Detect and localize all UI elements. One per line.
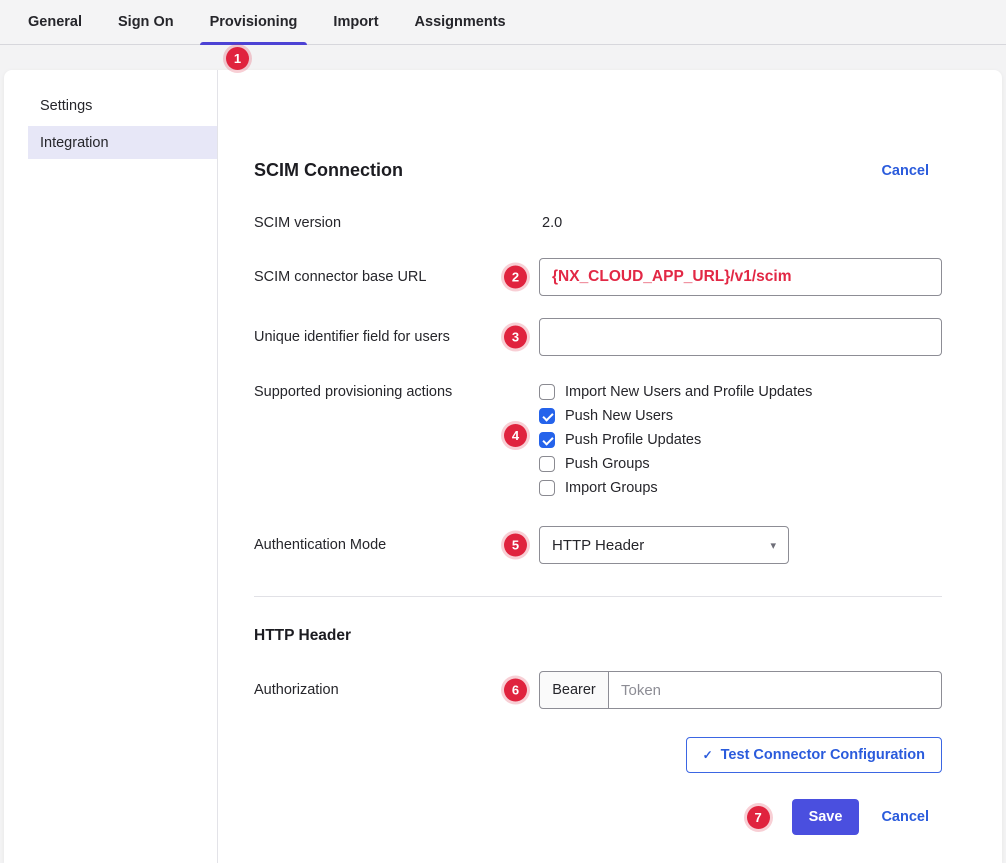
bearer-prefix: Bearer — [539, 671, 609, 709]
authorization-label: Authorization — [254, 682, 539, 698]
annotation-badge-7: 7 — [747, 806, 770, 829]
annotation-badge-1: 1 — [226, 47, 249, 70]
page-title: SCIM Connection — [254, 160, 403, 181]
checkbox-label: Import New Users and Profile Updates — [565, 384, 812, 400]
auth-mode-label: Authentication Mode — [254, 537, 539, 553]
sidebar-item-integration[interactable]: Integration — [28, 126, 217, 159]
tab-import[interactable]: Import — [315, 0, 396, 44]
annotation-badge-4: 4 — [504, 424, 527, 447]
http-header-section-title: HTTP Header — [254, 627, 942, 645]
check-icon: ✓ — [703, 748, 713, 762]
unique-id-input[interactable] — [539, 318, 942, 356]
annotation-badge-6: 6 — [504, 679, 527, 702]
base-url-row: SCIM connector base URL 2 — [254, 258, 942, 296]
sidebar-item-label: Integration — [40, 135, 109, 151]
checkbox-row-push-groups[interactable]: Push Groups — [539, 456, 942, 472]
settings-sidebar: Settings Integration — [4, 70, 218, 863]
base-url-label: SCIM connector base URL — [254, 269, 539, 285]
base-url-input[interactable] — [539, 258, 942, 296]
checkbox-icon[interactable] — [539, 480, 555, 496]
scim-version-value: 2.0 — [539, 215, 562, 231]
tab-sign-on[interactable]: Sign On — [100, 0, 192, 44]
annotation-badge-3: 3 — [504, 326, 527, 349]
section-divider — [254, 596, 942, 597]
unique-id-row: Unique identifier field for users 3 — [254, 318, 942, 356]
provisioning-actions-row: Supported provisioning actions 4 Import … — [254, 384, 942, 496]
annotation-badge-2: 2 — [504, 266, 527, 289]
selected-option-label: HTTP Header — [552, 537, 644, 554]
checkbox-icon[interactable] — [539, 432, 555, 448]
checkbox-row-push-profile-updates[interactable]: Push Profile Updates — [539, 432, 942, 448]
tab-general[interactable]: General — [10, 0, 100, 44]
tab-assignments[interactable]: Assignments — [397, 0, 524, 44]
checkbox-row-import-new-users[interactable]: Import New Users and Profile Updates — [539, 384, 942, 400]
form-header: SCIM Connection Cancel — [254, 160, 942, 181]
test-connector-label: Test Connector Configuration — [721, 747, 925, 763]
checkbox-icon[interactable] — [539, 456, 555, 472]
token-input[interactable] — [608, 671, 942, 709]
provisioning-card: Settings Integration SCIM Connection Can… — [4, 70, 1002, 863]
checkbox-row-import-groups[interactable]: Import Groups — [539, 480, 942, 496]
checkbox-label: Import Groups — [565, 480, 658, 496]
tab-provisioning[interactable]: Provisioning — [192, 0, 316, 44]
test-connector-button[interactable]: ✓ Test Connector Configuration — [686, 737, 942, 773]
checkbox-label: Push Profile Updates — [565, 432, 701, 448]
annotation-badge-5: 5 — [504, 534, 527, 557]
auth-mode-row: Authentication Mode 5 HTTP Header ▾ — [254, 526, 942, 564]
scim-version-row: SCIM version 2.0 — [254, 214, 942, 232]
checkbox-row-push-new-users[interactable]: Push New Users — [539, 408, 942, 424]
unique-id-label: Unique identifier field for users — [254, 329, 539, 345]
scim-connection-form: SCIM Connection Cancel SCIM version 2.0 … — [218, 70, 1002, 863]
tab-bar: General Sign On Provisioning Import Assi… — [0, 0, 1006, 45]
authorization-row: Authorization 6 Bearer — [254, 671, 942, 709]
test-connector-row: ✓ Test Connector Configuration — [254, 737, 942, 773]
cancel-button[interactable]: Cancel — [881, 809, 929, 825]
cancel-link-top[interactable]: Cancel — [881, 163, 929, 179]
chevron-down-icon: ▾ — [770, 539, 776, 552]
checkbox-label: Push New Users — [565, 408, 673, 424]
provisioning-actions-label: Supported provisioning actions — [254, 384, 539, 400]
scim-version-label: SCIM version — [254, 215, 539, 231]
checkbox-label: Push Groups — [565, 456, 650, 472]
checkbox-icon[interactable] — [539, 384, 555, 400]
authorization-input-group: Bearer — [539, 671, 942, 709]
form-actions-row: 7 Save Cancel — [254, 799, 942, 835]
save-button[interactable]: Save — [792, 799, 860, 835]
sidebar-heading: Settings — [28, 98, 217, 126]
checkbox-icon[interactable] — [539, 408, 555, 424]
authentication-mode-select[interactable]: HTTP Header ▾ — [539, 526, 789, 564]
